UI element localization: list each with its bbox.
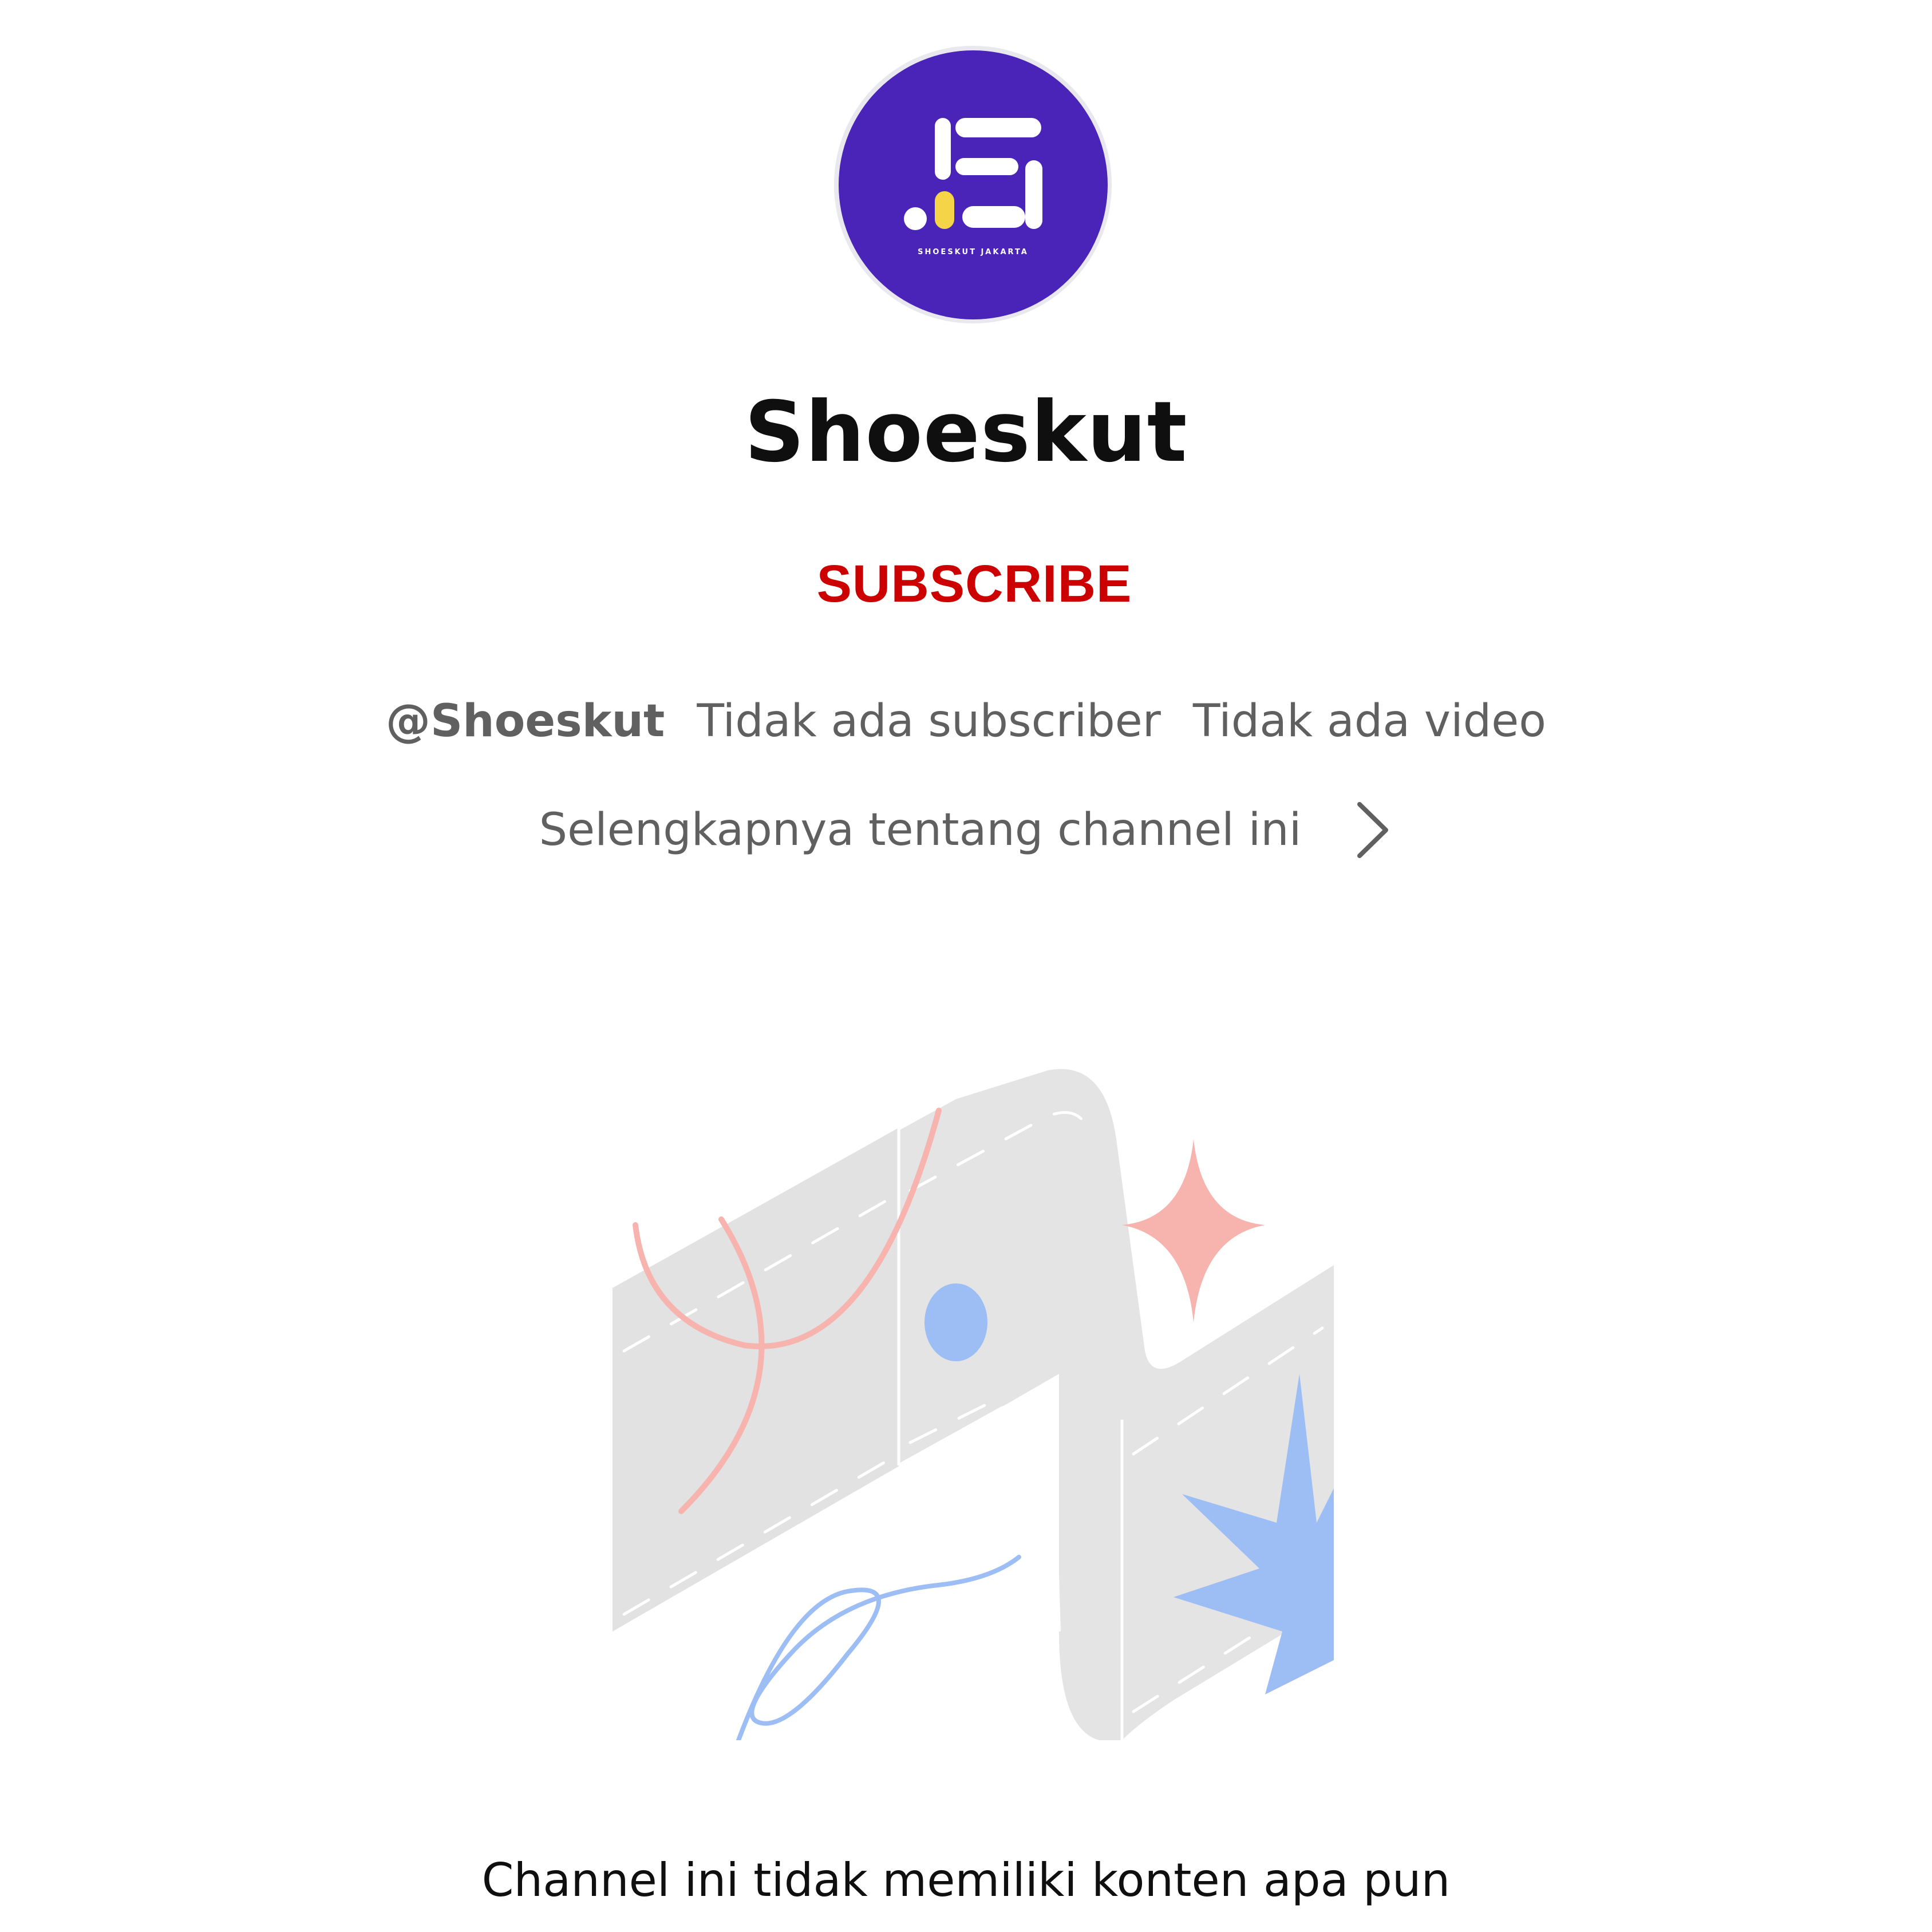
channel-page: SHOESKUT JAKARTA Shoeskut SUBSCRIBE @Sho…: [0, 0, 1932, 1932]
video-count: Tidak ada video: [1192, 696, 1546, 747]
subscriber-count: Tidak ada subscriber: [697, 696, 1161, 747]
shoeskut-logo-icon: SHOESKUT JAKARTA: [903, 117, 1042, 256]
channel-avatar[interactable]: SHOESKUT JAKARTA: [834, 46, 1112, 323]
chevron-right-icon: [1357, 802, 1389, 858]
avatar-logo-background: SHOESKUT JAKARTA: [838, 50, 1108, 319]
channel-meta: @Shoeskut Tidak ada subscriber Tidak ada…: [0, 690, 1932, 753]
channel-handle: @Shoeskut: [386, 696, 665, 747]
subscribe-button[interactable]: SUBSCRIBE: [794, 538, 1155, 630]
more-about-label: Selengkapnya tentang channel ini: [539, 804, 1302, 856]
avatar-caption: SHOESKUT JAKARTA: [918, 248, 1029, 256]
empty-state-message: Channel ini tidak memiliki konten apa pu…: [481, 1854, 1451, 1907]
empty-channel-illustration: [613, 1069, 1334, 1740]
more-about-channel-link[interactable]: Selengkapnya tentang channel ini: [0, 793, 1932, 867]
channel-title: Shoeskut: [744, 384, 1188, 481]
